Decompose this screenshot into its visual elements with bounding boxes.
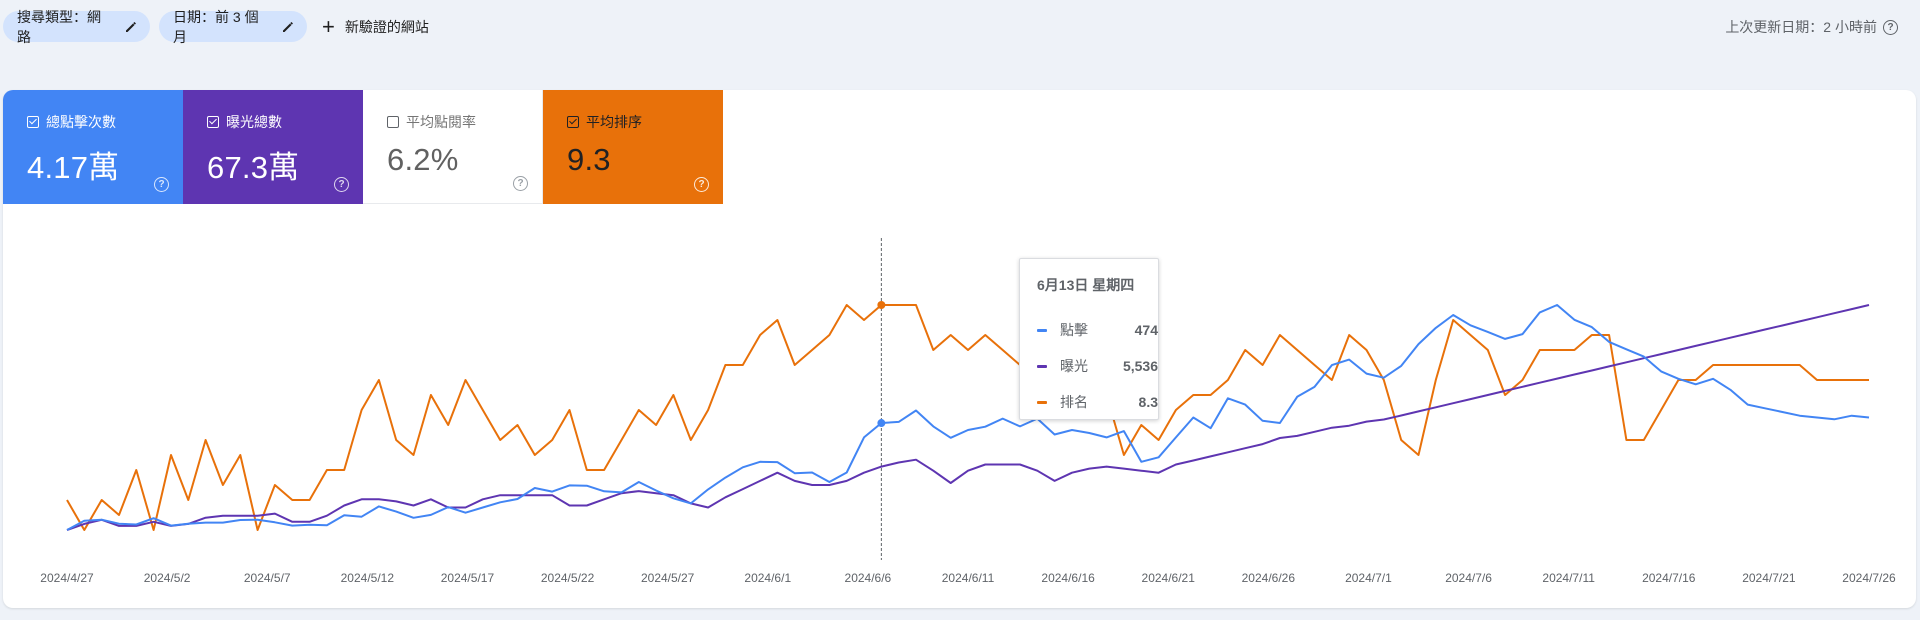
tooltip-series-value: 474 [1134, 322, 1158, 338]
x-tick-label: 2024/6/21 [1142, 571, 1196, 585]
last-updated-text: 上次更新日期：2 小時前 [1725, 19, 1877, 35]
filter-bar: 搜尋類型：網路 日期：前 3 個月 + 新驗證的網站 上次更新日期：2 小時前 … [0, 0, 1920, 52]
hover-point-點擊 [877, 419, 886, 428]
add-comparison-label: 新驗證的網站 [344, 18, 429, 35]
search-type-filter-label: 搜尋類型：網路 [17, 8, 101, 45]
search-type-filter-chip[interactable]: 搜尋類型：網路 [3, 9, 150, 45]
x-tick-label: 2024/7/26 [1842, 571, 1896, 585]
tooltip-date: 6月13日 星期四 [1037, 277, 1135, 293]
tooltip-series-value: 8.3 [1138, 394, 1158, 410]
x-tick-label: 2024/6/1 [744, 571, 791, 585]
x-tick-label: 2024/6/6 [845, 571, 892, 585]
x-tick-label: 2024/6/16 [1041, 571, 1095, 585]
impressions-swatch [1037, 364, 1047, 368]
tooltip-series-name: 點擊 [1060, 322, 1088, 338]
x-tick-label: 2024/5/2 [144, 571, 191, 585]
tooltip-row-position: 排名 8.3 [1037, 384, 1158, 420]
date-filter-chip[interactable]: 日期：前 3 個月 [159, 9, 307, 45]
hover-point-排名 [877, 301, 886, 309]
x-tick-label: 2024/5/7 [244, 571, 291, 585]
tooltip-series-name: 曝光 [1060, 358, 1088, 374]
series-line-曝光 [66, 304, 1870, 531]
x-tick-label: 2024/5/17 [441, 571, 495, 585]
x-tick-label: 2024/7/6 [1445, 571, 1492, 585]
pencil-icon [281, 20, 295, 34]
x-tick-label: 2024/6/11 [942, 571, 995, 585]
plus-icon: + [322, 13, 335, 39]
performance-card: 總點擊次數 4.17萬 ? 曝光總數 67.3萬 ? 平均點閱率 6.2% ? … [3, 90, 1916, 608]
position-swatch [1037, 400, 1047, 404]
pencil-icon [124, 20, 138, 34]
help-icon[interactable]: ? [1883, 19, 1898, 35]
series-line-點擊 [66, 304, 1870, 531]
x-tick-label: 2024/7/16 [1642, 571, 1696, 585]
tooltip-series-name: 排名 [1060, 394, 1088, 410]
performance-chart[interactable]: 2024/4/27 2024/5/2 2024/5/7 2024/5/12 2024/5… [3, 90, 1916, 608]
last-updated: 上次更新日期：2 小時前 ? [1725, 17, 1898, 37]
x-tick-label: 2024/5/12 [341, 571, 395, 585]
clicks-swatch [1037, 328, 1047, 332]
x-tick-label: 2024/7/11 [1542, 571, 1595, 585]
x-tick-label: 2024/4/27 [40, 571, 94, 585]
series-line-排名 [66, 304, 1869, 531]
x-tick-label: 2024/7/1 [1345, 571, 1392, 585]
date-filter-label: 日期：前 3 個月 [173, 8, 259, 45]
tooltip-series-value: 5,536 [1122, 358, 1158, 374]
tooltip-row-impressions: 曝光 5,536 [1037, 348, 1158, 384]
x-tick-label: 2024/5/22 [541, 571, 595, 585]
chart-tooltip: 6月13日 星期四 點擊 474 曝光 5,536 排名 8.3 [1019, 258, 1159, 420]
x-tick-label: 2024/7/21 [1742, 571, 1796, 585]
tooltip-row-clicks: 點擊 474 [1037, 312, 1158, 348]
x-tick-label: 2024/5/27 [641, 571, 695, 585]
add-comparison-button[interactable]: + 新驗證的網站 [322, 11, 429, 42]
x-tick-label: 2024/6/26 [1242, 571, 1296, 585]
